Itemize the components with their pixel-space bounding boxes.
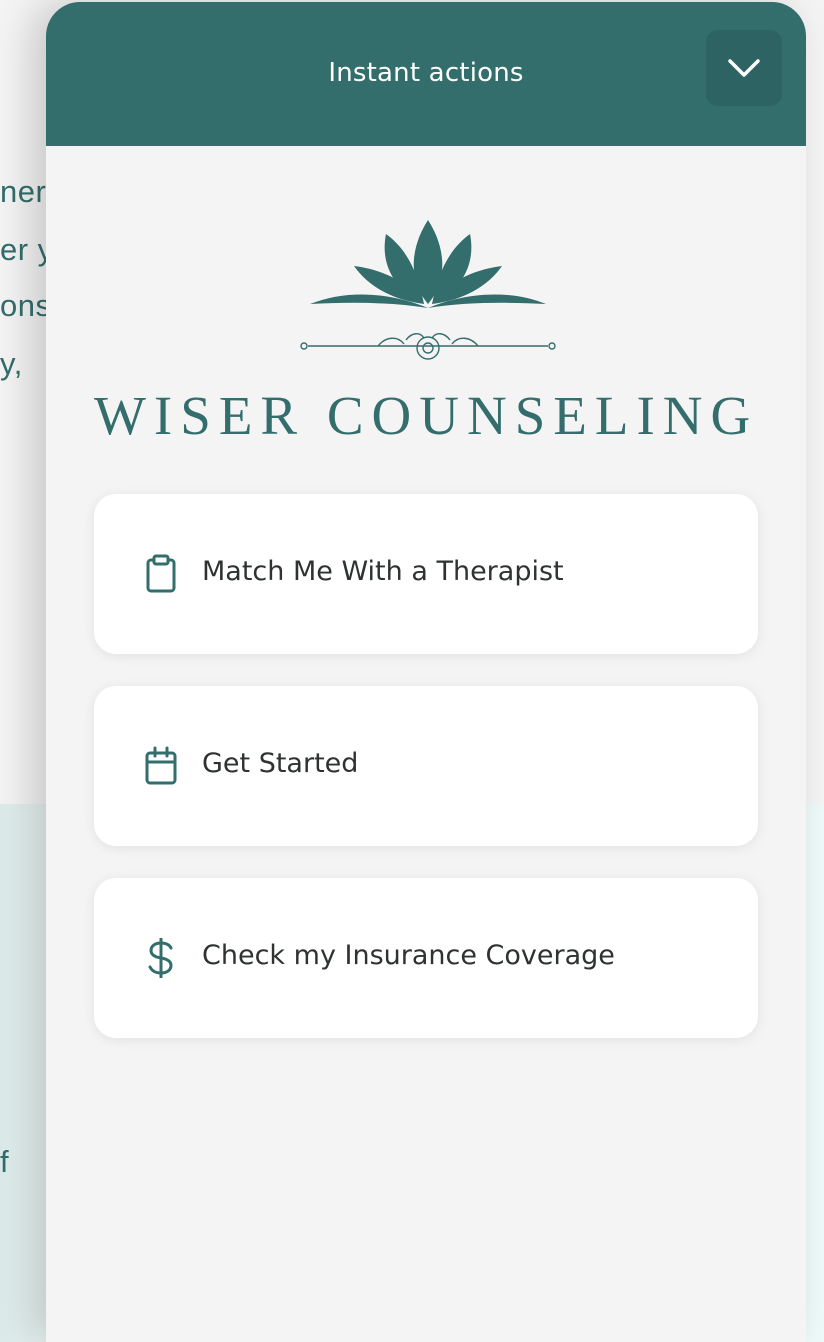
get-started-button[interactable]: Get Started <box>94 686 758 846</box>
panel-title: Instant actions <box>328 58 524 88</box>
company-logo: WISER COUNSELING <box>94 214 759 446</box>
chevron-down-icon <box>728 59 760 77</box>
logo-text: WISER COUNSELING <box>94 385 759 446</box>
background-text-line: ons <box>0 288 52 323</box>
get-started-label: Get Started <box>202 748 359 779</box>
panel-header: Instant actions <box>46 2 806 146</box>
insurance-coverage-button[interactable]: Check my Insurance Coverage <box>94 878 758 1038</box>
lotus-icon <box>300 220 556 360</box>
match-therapist-button[interactable]: Match Me With a Therapist <box>94 494 758 654</box>
collapse-button[interactable] <box>706 30 782 106</box>
match-therapist-label: Match Me With a Therapist <box>202 556 564 587</box>
background-text-line: f <box>0 1144 10 1179</box>
calendar-icon <box>145 746 177 785</box>
instant-actions-panel: Instant actions WISER COUNSELING Match M… <box>46 2 806 1342</box>
dollar-icon <box>148 938 173 978</box>
background-text-line: y, <box>0 346 23 381</box>
insurance-coverage-label: Check my Insurance Coverage <box>202 940 615 971</box>
clipboard-icon <box>146 554 176 593</box>
